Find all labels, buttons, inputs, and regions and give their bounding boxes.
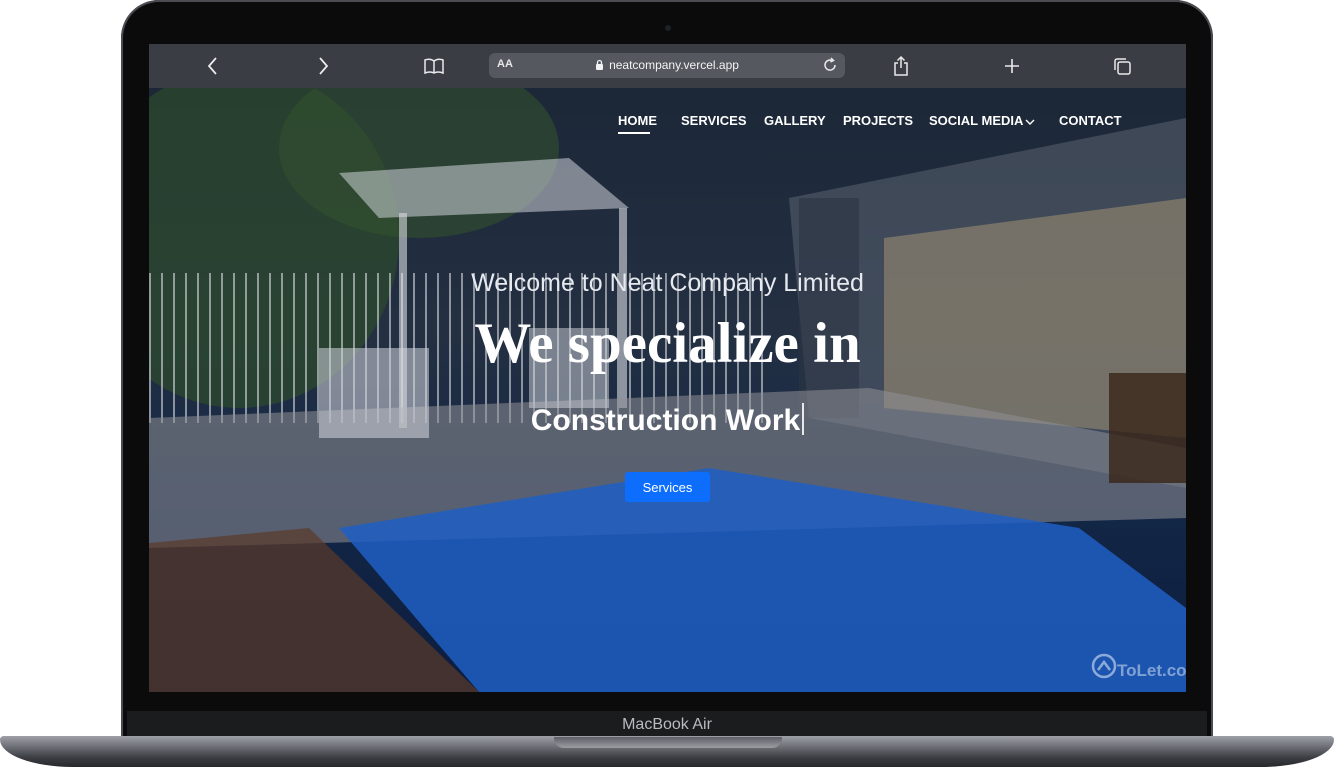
chevron-down-icon[interactable] [1025, 115, 1035, 130]
url-text: neatcompany.vercel.app [609, 58, 739, 72]
hero-headline: We specialize in [474, 312, 861, 375]
nav-gallery[interactable]: GALLERY [764, 113, 826, 128]
laptop-hinge-notch [554, 737, 782, 748]
watermark: ToLet.co [1091, 653, 1186, 684]
hero-section: HOME SERVICES GALLERY PROJECTS SOCIAL ME… [149, 88, 1186, 692]
hero-typed-line: Construction Work [149, 403, 1186, 438]
forward-icon[interactable] [311, 54, 335, 78]
tolet-logo-icon [1091, 653, 1117, 684]
services-button[interactable]: Services [625, 472, 710, 502]
hero-welcome-text: Welcome to Neat Company Limited [471, 269, 864, 297]
browser-toolbar: AA neatcompany.vercel.app [149, 44, 1186, 88]
typing-cursor [802, 403, 805, 435]
new-tab-icon[interactable] [1000, 54, 1024, 78]
bookmarks-icon[interactable] [422, 54, 446, 78]
screen: AA neatcompany.vercel.app HOME SERVICES … [149, 44, 1186, 692]
hero-typed-text: Construction Work [530, 404, 801, 437]
address-bar[interactable]: AA neatcompany.vercel.app [489, 53, 845, 78]
nav-active-underline [618, 132, 650, 134]
device-model-label: MacBook Air [622, 716, 712, 733]
camera-icon [665, 25, 671, 31]
lock-icon [595, 59, 604, 73]
back-icon[interactable] [201, 54, 225, 78]
nav-services[interactable]: SERVICES [681, 113, 747, 128]
nav-home[interactable]: HOME [618, 113, 657, 128]
nav-contact[interactable]: CONTACT [1059, 113, 1122, 128]
nav-projects[interactable]: PROJECTS [843, 113, 913, 128]
hero-background-image [149, 88, 1186, 692]
share-icon[interactable] [889, 54, 913, 78]
watermark-text: ToLet.co [1117, 661, 1186, 680]
url-text-row: neatcompany.vercel.app [489, 58, 845, 73]
tabs-overview-icon[interactable] [1110, 54, 1134, 78]
reload-icon[interactable] [821, 56, 839, 74]
nav-social-media[interactable]: SOCIAL MEDIA [929, 113, 1023, 128]
